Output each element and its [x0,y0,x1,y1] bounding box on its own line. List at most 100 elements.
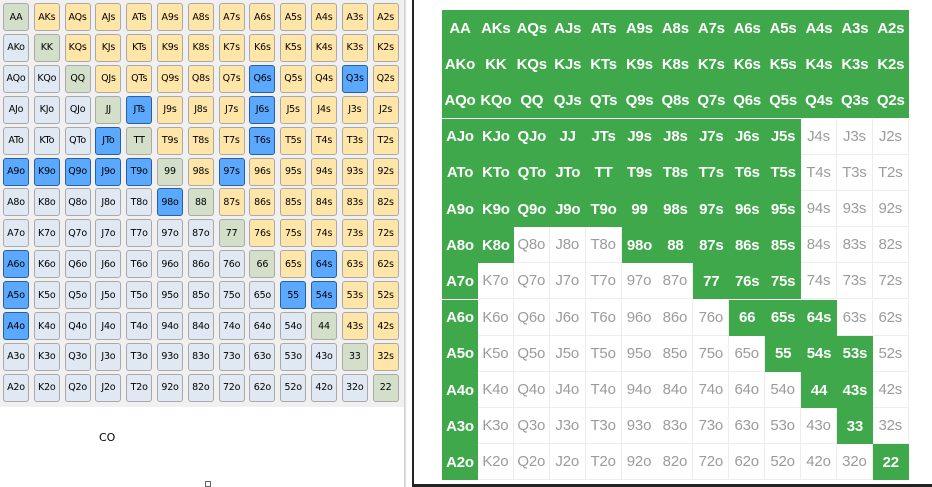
left-hand-cell-Q4s[interactable]: Q4s [311,64,337,93]
left-hand-cell-JTs[interactable]: JTs [126,95,153,124]
left-hand-cell-T6o[interactable]: T6o [126,250,153,279]
right-hand-cell-84s[interactable]: 84s [801,227,837,264]
right-hand-cell-72o[interactable]: 72o [693,444,730,481]
right-hand-cell-A3s[interactable]: A3s [836,10,873,46]
right-hand-cell-J3o[interactable]: J3o [549,408,586,445]
left-hand-cell-QJo[interactable]: QJo [64,95,91,124]
right-hand-cell-K8o[interactable]: K8o [477,227,514,264]
right-hand-cell-75o[interactable]: 75o [693,335,730,372]
right-hand-cell-Q3o[interactable]: Q3o [513,408,550,445]
right-hand-cell-KQs[interactable]: KQs [513,46,550,83]
left-hand-cell-72s[interactable]: 72s [372,219,399,248]
right-hand-cell-K4s[interactable]: K4s [801,46,837,83]
right-hand-cell-63o[interactable]: 63o [729,408,766,445]
left-hand-cell-42o[interactable]: 42o [311,373,337,402]
left-hand-cell-53s[interactable]: 53s [341,281,368,310]
right-hand-cell-AKs[interactable]: AKs [477,10,514,46]
right-hand-cell-JTo[interactable]: JTo [549,154,586,191]
left-hand-cell-A8o[interactable]: A8o [3,188,29,217]
right-hand-cell-KJo[interactable]: KJo [477,118,514,155]
right-hand-cell-J5o[interactable]: J5o [549,335,586,372]
right-hand-cell-TT[interactable]: TT [585,154,622,191]
left-hand-cell-93s[interactable]: 93s [341,157,368,186]
right-hand-cell-42s[interactable]: 42s [872,372,909,408]
left-hand-cell-AQo[interactable]: AQo [3,64,29,93]
right-hand-cell-QQ[interactable]: QQ [513,82,550,119]
left-hand-cell-76o[interactable]: 76o [218,250,245,279]
right-hand-cell-T4s[interactable]: T4s [801,154,837,191]
right-hand-cell-T5o[interactable]: T5o [585,335,622,372]
right-hand-cell-T7s[interactable]: T7s [693,154,730,191]
right-hand-cell-43s[interactable]: 43s [836,372,873,408]
right-hand-cell-96s[interactable]: 96s [729,191,766,227]
left-hand-cell-87o[interactable]: 87o [187,219,214,248]
right-hand-cell-K3s[interactable]: K3s [836,46,873,83]
right-hand-cell-98s[interactable]: 98s [657,191,694,227]
left-hand-cell-K4s[interactable]: K4s [311,33,337,62]
left-hand-cell-76s[interactable]: 76s [249,219,276,248]
left-hand-cell-J9s[interactable]: J9s [157,95,183,124]
left-hand-cell-93o[interactable]: 93o [157,342,183,371]
left-hand-cell-K8s[interactable]: K8s [187,33,214,62]
right-hand-cell-AQo[interactable]: AQo [442,82,478,119]
left-hand-cell-J3s[interactable]: J3s [341,95,368,124]
left-hand-cell-AKs[interactable]: AKs [33,3,60,31]
right-hand-cell-A8s[interactable]: A8s [657,10,694,46]
left-hand-cell-T3s[interactable]: T3s [341,126,368,155]
right-hand-cell-T3s[interactable]: T3s [836,154,873,191]
right-hand-cell-T5s[interactable]: T5s [765,154,802,191]
left-hand-cell-J5o[interactable]: J5o [95,281,122,310]
right-hand-cell-Q5s[interactable]: Q5s [765,82,802,119]
right-hand-cell-64s[interactable]: 64s [801,299,837,336]
left-hand-cell-A3s[interactable]: A3s [341,3,368,31]
right-hand-cell-T2o[interactable]: T2o [585,444,622,481]
right-hand-cell-K5o[interactable]: K5o [477,335,514,372]
left-hand-cell-T2o[interactable]: T2o [126,373,153,402]
left-hand-cell-Q6s[interactable]: Q6s [249,64,276,93]
right-hand-cell-K6s[interactable]: K6s [729,46,766,83]
left-hand-cell-Q6o[interactable]: Q6o [64,250,91,279]
right-hand-cell-A3o[interactable]: A3o [442,408,478,445]
right-hand-cell-43o[interactable]: 43o [801,408,837,445]
left-hand-cell-T8s[interactable]: T8s [187,126,214,155]
left-hand-cell-85s[interactable]: 85s [280,188,307,217]
left-hand-cell-55[interactable]: 55 [280,281,307,310]
right-hand-cell-ATo[interactable]: ATo [442,154,478,191]
right-hand-cell-A9o[interactable]: A9o [442,191,478,227]
left-hand-cell-82s[interactable]: 82s [372,188,399,217]
left-hand-cell-A9s[interactable]: A9s [157,3,183,31]
left-hand-cell-75s[interactable]: 75s [280,219,307,248]
right-hand-cell-T6s[interactable]: T6s [729,154,766,191]
right-hand-cell-A4s[interactable]: A4s [801,10,837,46]
left-hand-cell-95o[interactable]: 95o [157,281,183,310]
right-hand-cell-62s[interactable]: 62s [872,299,909,336]
left-hand-cell-A7s[interactable]: A7s [218,3,245,31]
right-hand-cell-K3o[interactable]: K3o [477,408,514,445]
right-hand-cell-QTs[interactable]: QTs [585,82,622,119]
left-hand-cell-J6o[interactable]: J6o [95,250,122,279]
right-hand-cell-53o[interactable]: 53o [765,408,802,445]
left-hand-cell-74o[interactable]: 74o [218,312,245,340]
resize-handle[interactable] [205,481,211,487]
right-hand-cell-T6o[interactable]: T6o [585,299,622,336]
left-hand-cell-T7o[interactable]: T7o [126,219,153,248]
left-hand-cell-AKo[interactable]: AKo [3,33,29,62]
right-hand-cell-AA[interactable]: AA [442,10,478,46]
left-hand-cell-KQo[interactable]: KQo [33,64,60,93]
left-hand-cell-87s[interactable]: 87s [218,188,245,217]
left-hand-cell-JTo[interactable]: JTo [95,126,122,155]
left-hand-cell-75o[interactable]: 75o [218,281,245,310]
right-hand-cell-JJ[interactable]: JJ [549,118,586,155]
left-hand-cell-73s[interactable]: 73s [341,219,368,248]
left-hand-cell-85o[interactable]: 85o [187,281,214,310]
right-hand-cell-63s[interactable]: 63s [836,299,873,336]
left-hand-cell-KTo[interactable]: KTo [33,126,60,155]
right-hand-cell-84o[interactable]: 84o [657,372,694,408]
right-hand-cell-A5s[interactable]: A5s [765,10,802,46]
right-hand-cell-A9s[interactable]: A9s [621,10,658,46]
left-hand-cell-T6s[interactable]: T6s [249,126,276,155]
right-hand-cell-Q7o[interactable]: Q7o [513,263,550,300]
left-hand-cell-72o[interactable]: 72o [218,373,245,402]
left-hand-cell-K8o[interactable]: K8o [33,188,60,217]
right-hand-cell-A5o[interactable]: A5o [442,335,478,372]
